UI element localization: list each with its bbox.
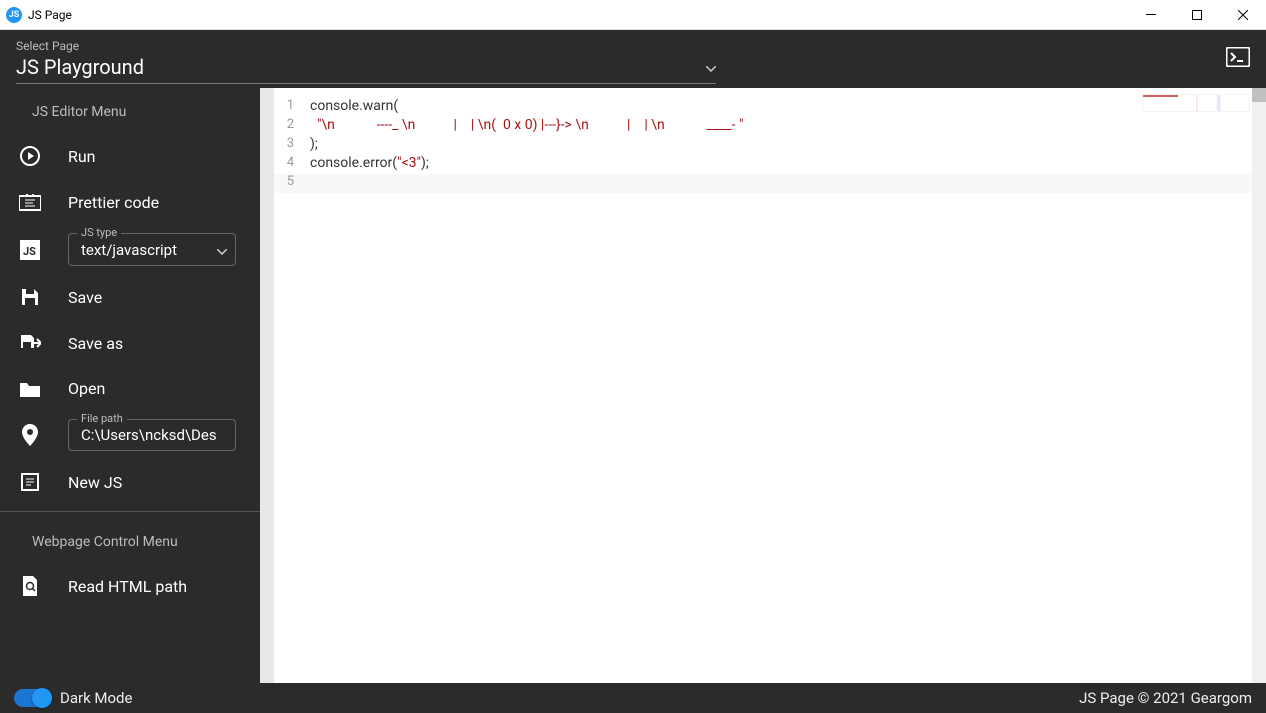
window-titlebar: JS JS Page bbox=[0, 0, 1266, 30]
code-line[interactable]: 1 console.warn( bbox=[274, 98, 1266, 117]
menu-label: New JS bbox=[68, 473, 122, 492]
line-number: 1 bbox=[274, 98, 310, 117]
titlebar-left: JS JS Page bbox=[0, 7, 72, 23]
close-button[interactable] bbox=[1220, 0, 1266, 30]
menu-item-run[interactable]: Run bbox=[0, 132, 260, 180]
editor-area: 1 console.warn( 2 "\n ----_ \n | | \n( 0… bbox=[260, 88, 1266, 683]
maximize-icon bbox=[1192, 10, 1202, 20]
window-controls bbox=[1128, 0, 1266, 30]
save-icon bbox=[18, 287, 42, 307]
footer-copyright: JS Page © 2021 Geargom bbox=[1079, 689, 1252, 707]
minimize-button[interactable] bbox=[1128, 0, 1174, 30]
search-file-icon bbox=[18, 575, 42, 597]
code-line[interactable]: 4 console.error("<3"); bbox=[274, 155, 1266, 174]
js-type-legend: JS type bbox=[77, 226, 121, 239]
chevron-down-icon bbox=[217, 240, 227, 259]
app-icon: JS bbox=[6, 7, 22, 23]
js-icon: JS bbox=[18, 240, 42, 260]
file-path-value: C:\Users\ncksd\Des bbox=[81, 426, 227, 444]
sidebar[interactable]: JS Editor Menu Run Prettier code JS JS t… bbox=[0, 88, 260, 683]
new-file-icon bbox=[18, 472, 42, 492]
menu-item-read-html[interactable]: Read HTML path bbox=[0, 562, 260, 610]
menu-label: Prettier code bbox=[68, 193, 159, 212]
line-number: 5 bbox=[274, 174, 310, 193]
code-content: console.error("<3"); bbox=[310, 155, 429, 174]
line-number: 3 bbox=[274, 136, 310, 155]
folder-icon bbox=[18, 380, 42, 398]
line-number: 2 bbox=[274, 117, 310, 136]
section-title-editor: JS Editor Menu bbox=[0, 88, 260, 132]
close-icon bbox=[1238, 10, 1248, 20]
page-select-field[interactable]: JS Playground bbox=[16, 55, 716, 84]
code-editor[interactable]: 1 console.warn( 2 "\n ----_ \n | | \n( 0… bbox=[274, 88, 1266, 683]
menu-item-new-js[interactable]: New JS bbox=[0, 459, 260, 505]
js-type-value: text/javascript bbox=[81, 241, 217, 259]
status-bar: Dark Mode JS Page © 2021 Geargom bbox=[0, 683, 1266, 713]
maximize-button[interactable] bbox=[1174, 0, 1220, 30]
menu-item-prettier[interactable]: Prettier code bbox=[0, 180, 260, 225]
save-as-icon bbox=[18, 333, 42, 353]
file-path-legend: File path bbox=[77, 412, 127, 425]
menu-item-save[interactable]: Save bbox=[0, 274, 260, 320]
window-title: JS Page bbox=[28, 8, 72, 22]
code-line[interactable]: 3 ); bbox=[274, 136, 1266, 155]
editor-minimap[interactable] bbox=[1142, 94, 1250, 112]
page-select-value: JS Playground bbox=[16, 55, 144, 79]
menu-label: Run bbox=[68, 147, 96, 166]
code-line[interactable]: 5 bbox=[274, 174, 1266, 193]
code-content: console.warn( bbox=[310, 98, 398, 117]
chevron-down-icon bbox=[706, 57, 716, 76]
play-circle-icon bbox=[18, 145, 42, 167]
menu-item-save-as[interactable]: Save as bbox=[0, 320, 260, 366]
prettier-icon bbox=[18, 194, 42, 212]
code-line[interactable]: 2 "\n ----_ \n | | \n( 0 x 0) |---}-> \n… bbox=[274, 117, 1266, 136]
section-title-webpage: Webpage Control Menu bbox=[0, 518, 260, 562]
menu-label: Open bbox=[68, 379, 105, 398]
menu-label: Read HTML path bbox=[68, 577, 187, 596]
code-content: "\n ----_ \n | | \n( 0 x 0) |---}-> \n |… bbox=[310, 117, 743, 136]
page-select-label: Select Page bbox=[16, 39, 716, 53]
menu-label: Save bbox=[68, 288, 102, 307]
location-icon bbox=[18, 424, 42, 446]
sidebar-divider bbox=[0, 511, 260, 512]
minimize-icon bbox=[1146, 14, 1156, 15]
editor-scrollbar[interactable] bbox=[1252, 88, 1266, 683]
code-content: ); bbox=[310, 136, 318, 155]
dark-mode-switch[interactable] bbox=[14, 689, 50, 707]
menu-label: Save as bbox=[68, 334, 123, 353]
app-header: Select Page JS Playground bbox=[0, 30, 1266, 88]
js-type-row: JS JS type text/javascript bbox=[0, 225, 260, 274]
file-path-input[interactable]: File path C:\Users\ncksd\Des bbox=[68, 419, 236, 451]
dark-mode-toggle-wrap: Dark Mode bbox=[14, 689, 132, 707]
js-type-select[interactable]: JS type text/javascript bbox=[68, 233, 236, 266]
terminal-button[interactable] bbox=[1226, 47, 1250, 71]
dark-mode-label: Dark Mode bbox=[60, 689, 132, 707]
page-select[interactable]: Select Page JS Playground bbox=[16, 35, 716, 84]
main-area: JS Editor Menu Run Prettier code JS JS t… bbox=[0, 88, 1266, 683]
svg-text:JS: JS bbox=[23, 245, 36, 258]
line-number: 4 bbox=[274, 155, 310, 174]
menu-item-open[interactable]: Open bbox=[0, 366, 260, 411]
file-path-row: File path C:\Users\ncksd\Des bbox=[0, 411, 260, 459]
